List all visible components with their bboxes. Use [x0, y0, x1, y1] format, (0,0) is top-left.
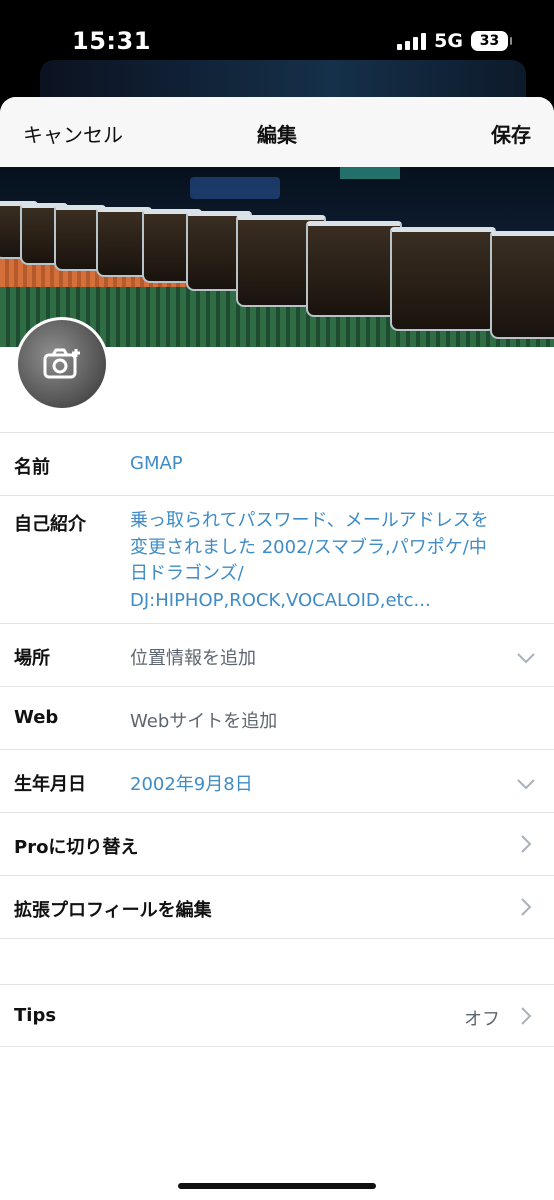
banner-cup [390, 227, 496, 331]
web-row[interactable]: Web Webサイトを追加 [0, 686, 554, 749]
chevron-down-icon[interactable] [516, 648, 536, 668]
birthday-row[interactable]: 生年月日 2002年9月8日 [0, 749, 554, 812]
bio-line: 日ドラゴンズ/ [130, 563, 244, 584]
pro-switch-row[interactable]: Proに切り替え [0, 812, 554, 875]
banner-cup [490, 231, 554, 339]
banner-light [340, 167, 400, 179]
tips-row[interactable]: Tips オフ [0, 984, 554, 1047]
extended-profile-row[interactable]: 拡張プロフィールを編集 [0, 875, 554, 938]
banner-light [190, 177, 280, 199]
bio-line: 乗っ取られてパスワード、メールアドレスを [130, 510, 489, 531]
network-type: 5G [434, 30, 463, 52]
signal-icon [397, 32, 427, 50]
bio-line: DJ:HIPHOP,ROCK,VOCALOID,etc... [130, 589, 431, 611]
name-label: 名前 [14, 457, 50, 478]
tips-value: オフ [464, 1009, 500, 1030]
name-field[interactable]: GMAP [130, 453, 183, 474]
birthday-field[interactable]: 2002年9月8日 [130, 770, 253, 796]
status-indicators: 5G 33 [397, 30, 512, 52]
avatar-section [0, 317, 554, 432]
pro-switch-label: Proに切り替え [14, 837, 139, 858]
avatar[interactable] [15, 317, 109, 411]
bio-label: 自己紹介 [14, 514, 86, 535]
location-row[interactable]: 場所 位置情報を追加 [0, 623, 554, 686]
web-field[interactable]: Webサイトを追加 [130, 707, 277, 733]
birthday-label: 生年月日 [14, 774, 86, 795]
bio-row[interactable]: 自己紹介 乗っ取られてパスワード、メールアドレスを 変更されました 2002/ス… [0, 495, 554, 623]
web-label: Web [14, 707, 59, 728]
location-field[interactable]: 位置情報を追加 [130, 644, 256, 670]
save-button[interactable]: 保存 [491, 119, 531, 148]
extended-profile-label: 拡張プロフィールを編集 [14, 900, 212, 921]
camera-plus-icon [43, 348, 80, 379]
bio-field[interactable]: 乗っ取られてパスワード、メールアドレスを 変更されました 2002/スマブラ,パ… [130, 508, 530, 614]
page-title: 編集 [257, 123, 297, 147]
bio-line: 変更されました 2002/スマブラ,パワポケ/中 [130, 536, 487, 558]
location-label: 場所 [14, 648, 50, 669]
chevron-down-icon[interactable] [516, 774, 536, 794]
banner-cup [306, 221, 402, 317]
chevron-right-icon [521, 835, 532, 853]
battery-icon: 33 [471, 31, 512, 51]
tips-label: Tips [14, 1005, 57, 1026]
chevron-right-icon [521, 898, 532, 916]
edit-profile-sheet: キャンセル 編集 保存 名前 GMAP 自己紹介 乗っ取られてパスワード、メール… [0, 97, 554, 1200]
chevron-right-icon [521, 1007, 532, 1025]
status-time: 15:31 [72, 27, 151, 55]
section-spacer [0, 938, 554, 984]
header-banner-image[interactable] [0, 167, 554, 347]
home-indicator[interactable] [178, 1183, 376, 1189]
nav-bar: キャンセル 編集 保存 [0, 97, 554, 167]
name-row[interactable]: 名前 GMAP [0, 432, 554, 495]
